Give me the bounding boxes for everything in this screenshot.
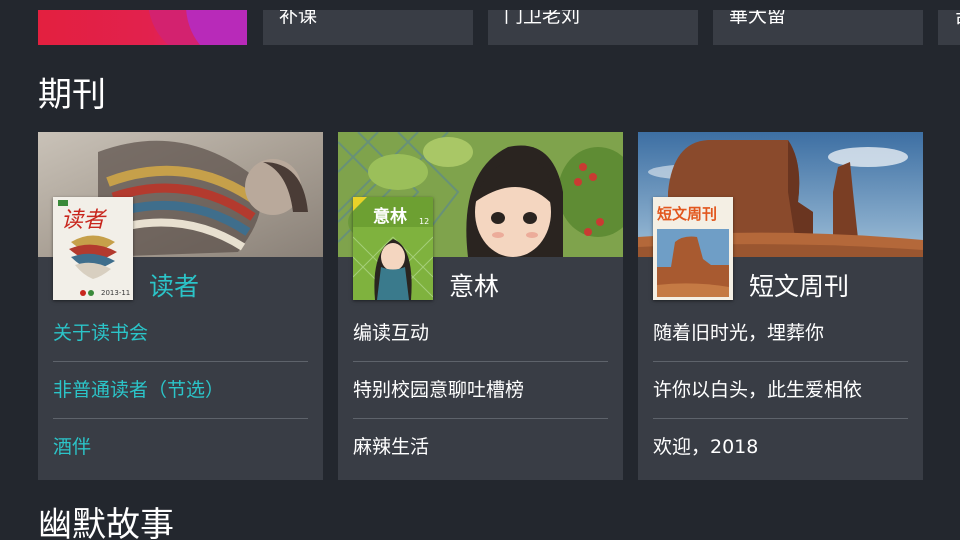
top-banner-tile[interactable]: [38, 10, 247, 45]
card-duanwen[interactable]: 短文周刊 短文周刊 随着旧时光，埋葬你 许你以白头，此生爱相依 欢迎，2018: [638, 132, 923, 480]
top-tile-label: 补课: [279, 10, 318, 27]
top-tile-label: 门卫老刘: [504, 10, 581, 27]
article-list: 编读互动 特别校园意聊吐槽榜 麻辣生活: [353, 305, 608, 476]
top-row: 补课 门卫老刘 華大留 吉: [0, 0, 960, 46]
top-tile-2[interactable]: 门卫老刘: [488, 10, 698, 45]
article-link[interactable]: 欢迎，2018: [653, 419, 908, 476]
article-link[interactable]: 关于读书会: [53, 305, 308, 362]
article-list: 关于读书会 非普通读者（节选） 酒伴: [53, 305, 308, 476]
cover-logo: 意林: [373, 206, 407, 227]
top-tile-3[interactable]: 華大留: [713, 10, 923, 45]
card-title: 读者: [149, 272, 200, 301]
cover-duanwen: 短文周刊: [653, 197, 733, 300]
card-duzhe[interactable]: 读者 2013-11 读者 关于读书会 非普通读者（节选） 酒伴: [38, 132, 323, 480]
section-title-humor: 幽默故事: [38, 505, 174, 540]
card-yilin[interactable]: 意林 12 意林 编读互动 特别校园意聊吐槽榜 麻辣生活: [338, 132, 623, 480]
article-link[interactable]: 非普通读者（节选）: [53, 362, 308, 419]
article-link[interactable]: 许你以白头，此生爱相依: [653, 362, 908, 419]
top-tile-label: 吉: [954, 10, 960, 34]
article-link[interactable]: 酒伴: [53, 419, 308, 476]
article-list: 随着旧时光，埋葬你 许你以白头，此生爱相依 欢迎，2018: [653, 305, 908, 476]
article-link[interactable]: 麻辣生活: [353, 419, 608, 476]
top-tile-label: 華大留: [729, 10, 787, 27]
cover-issue: 12: [419, 217, 429, 226]
article-link[interactable]: 编读互动: [353, 305, 608, 362]
card-title: 意林: [449, 272, 500, 301]
cover-issue: 2013-11: [101, 289, 130, 297]
cover-logo: 短文周刊: [657, 205, 717, 223]
top-tile-4[interactable]: 吉: [938, 10, 960, 45]
cover-logo: 读者: [61, 208, 108, 233]
cover-duzhe: 读者 2013-11: [53, 197, 133, 300]
cover-yilin: 意林 12: [353, 197, 433, 300]
article-link[interactable]: 特别校园意聊吐槽榜: [353, 362, 608, 419]
section-title-periodicals: 期刊: [38, 75, 106, 115]
card-title: 短文周刊: [749, 272, 850, 301]
article-link[interactable]: 随着旧时光，埋葬你: [653, 305, 908, 362]
top-tile-1[interactable]: 补课: [263, 10, 473, 45]
